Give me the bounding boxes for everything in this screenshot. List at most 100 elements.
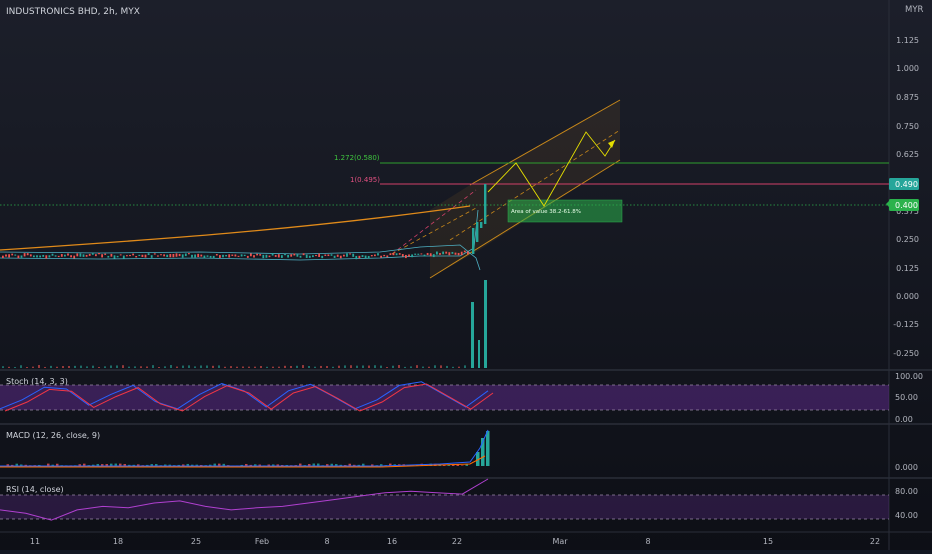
candle [79, 253, 82, 257]
candle [423, 254, 426, 257]
candle [70, 255, 72, 258]
volume-bar [20, 365, 22, 368]
volume-bar [458, 366, 460, 368]
candle [26, 253, 29, 256]
volume-bar [152, 365, 154, 368]
volume-bar [236, 366, 238, 368]
volume-bar [350, 365, 352, 368]
candle [107, 255, 110, 258]
volume-bar [266, 366, 268, 368]
volume-bar [422, 366, 424, 368]
candle [203, 255, 206, 259]
volume-bar [254, 366, 256, 368]
volume-bar [92, 365, 94, 368]
volume-bar [260, 366, 262, 368]
volume-bar [2, 366, 4, 368]
candle [259, 254, 262, 256]
candle [172, 253, 175, 258]
stoch-tick: 0.00 [895, 415, 913, 424]
time-tick-label: 22 [452, 537, 462, 546]
volume-bar [471, 302, 474, 368]
stoch-tick: 100.00 [895, 372, 923, 381]
price-tick-label: 1.125 [896, 36, 919, 45]
symbol-title[interactable]: INDUSTRONICS BHD, 2h, MYX [6, 7, 140, 17]
candle [392, 252, 395, 256]
candle [349, 253, 351, 255]
rsi-tick: 40.00 [895, 511, 918, 520]
candle [246, 255, 249, 258]
volume-bar [44, 366, 46, 368]
candle [23, 253, 26, 257]
candle [370, 255, 373, 257]
price-tick-label: 0.000 [896, 292, 919, 301]
candle [460, 251, 463, 256]
stoch-title[interactable]: Stoch (14, 3, 3) [6, 377, 68, 386]
candle [467, 251, 469, 255]
candle [302, 253, 305, 256]
candle [150, 255, 153, 258]
volume-bar [356, 365, 358, 368]
candle [116, 255, 119, 258]
candle [395, 253, 398, 256]
candle [67, 253, 69, 256]
candle [358, 255, 361, 259]
candle [166, 254, 169, 258]
candle [234, 254, 237, 257]
volume-bar [278, 366, 280, 368]
candle [200, 254, 203, 257]
time-tick-label: 25 [191, 537, 201, 546]
volume-bar [416, 365, 418, 368]
chart-workspace[interactable]: INDUSTRONICS BHD, 2h, MYX MYR 1.125 1.000… [0, 0, 932, 550]
volume-bar [104, 366, 106, 368]
volume-bar [164, 366, 166, 368]
candle [281, 255, 283, 258]
candle [42, 254, 45, 257]
candle [361, 255, 364, 258]
candle [163, 254, 165, 257]
candle [312, 255, 314, 258]
candle [122, 255, 125, 259]
candle [219, 255, 221, 258]
candle [299, 255, 302, 258]
volume-bar [386, 366, 388, 368]
candle [215, 254, 218, 256]
volume-bar [122, 365, 124, 368]
volume-bar [50, 365, 52, 368]
volume-bar [74, 365, 76, 368]
volume-bar [158, 366, 160, 368]
volume-bar [200, 365, 202, 368]
volume-bar [332, 366, 334, 368]
volume-bar [484, 280, 487, 368]
candle [277, 254, 280, 258]
price-tick-label: -0.125 [893, 320, 919, 329]
volume-bar [272, 366, 274, 368]
candle [463, 250, 466, 253]
candle [336, 254, 339, 257]
candle [386, 255, 389, 258]
candle [39, 255, 41, 258]
stoch-band [0, 385, 889, 410]
candle [14, 254, 17, 256]
volume-bar [296, 365, 298, 368]
volume-bar [478, 340, 480, 368]
price-tick-label: -0.250 [893, 349, 919, 358]
macd-title[interactable]: MACD (12, 26, close, 9) [6, 431, 100, 440]
volume-bar [302, 365, 304, 368]
rsi-title[interactable]: RSI (14, close) [6, 485, 64, 494]
candle [377, 253, 379, 256]
candle [237, 255, 240, 257]
volume-bar [440, 365, 442, 368]
volume-bar [290, 365, 292, 368]
candle [355, 255, 358, 260]
volume-bar [434, 365, 436, 368]
volume-bar [212, 365, 214, 368]
volume-bar [188, 365, 190, 368]
chart-canvas[interactable]: INDUSTRONICS BHD, 2h, MYX MYR 1.125 1.000… [0, 0, 932, 550]
candle [343, 254, 345, 257]
price-tick-label: 1.000 [896, 64, 919, 73]
candle [293, 253, 296, 256]
candle [194, 254, 196, 258]
candle [436, 251, 438, 255]
volume-bar [224, 366, 226, 368]
candle [129, 254, 131, 257]
